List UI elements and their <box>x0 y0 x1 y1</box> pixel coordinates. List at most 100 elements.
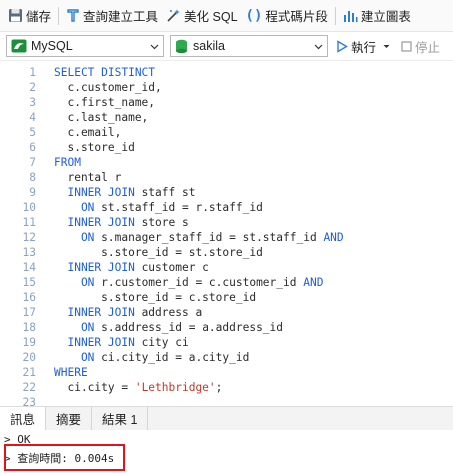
sql-keyword: ON <box>54 231 95 244</box>
code-line: 13 s.store_id = st.store_id <box>0 245 453 260</box>
code-line: 21 WHERE <box>0 365 453 380</box>
stop-label: 停止 <box>415 40 441 55</box>
sql-text: customer c <box>134 261 209 274</box>
sql-text: staff st <box>134 186 196 199</box>
database-select[interactable]: sakila <box>170 35 328 57</box>
code-text: INNER JOIN staff st <box>54 185 195 200</box>
code-snippet-button[interactable]: () 程式碼片段 <box>242 4 332 28</box>
line-number: 12 <box>22 231 36 244</box>
chevron-down-icon[interactable] <box>382 42 391 51</box>
query-builder-button[interactable]: 查詢建立工具 <box>62 4 162 28</box>
stop-button[interactable]: 停止 <box>401 37 440 56</box>
play-icon <box>337 39 348 53</box>
code-text: s.store_id = c.store_id <box>54 290 256 305</box>
sql-keyword: FROM <box>54 156 81 169</box>
sql-text: r.customer_id = c.customer_id <box>94 276 304 289</box>
code-text: INNER JOIN store s <box>54 215 188 230</box>
code-line: 6 s.store_id <box>0 140 453 155</box>
sql-keyword: SELECT DISTINCT <box>54 66 156 79</box>
chevron-down-icon <box>150 44 159 50</box>
line-number: 4 <box>29 111 36 124</box>
tab-result-1[interactable]: 結果 1 <box>92 407 149 430</box>
run-label: 執行 <box>351 40 377 55</box>
code-text: c.customer_id, <box>54 80 161 95</box>
code-text: SELECT DISTINCT <box>54 65 155 80</box>
connection-select[interactable]: MySQL <box>6 35 164 57</box>
beautify-sql-button[interactable]: 美化 SQL <box>162 4 242 28</box>
code-line: 20 ON ci.city_id = a.city_id <box>0 350 453 365</box>
line-number: 22 <box>22 381 36 394</box>
line-number: 11 <box>22 216 36 229</box>
line-number: 7 <box>29 156 36 169</box>
sql-keyword: ON <box>54 321 95 334</box>
sql-text: address a <box>134 306 203 319</box>
line-number: 17 <box>22 306 36 319</box>
code-text: c.last_name, <box>54 110 148 125</box>
code-text: c.first_name, <box>54 95 155 110</box>
tab-messages[interactable]: 訊息 <box>0 407 47 430</box>
toolbar-divider <box>58 6 60 25</box>
code-text: FROM <box>54 155 81 170</box>
query-builder-icon <box>67 9 79 22</box>
magic-wand-icon <box>167 9 181 22</box>
toolbar-divider <box>334 6 336 25</box>
sql-keyword: ON <box>54 351 95 364</box>
sql-keyword: AND <box>303 276 324 289</box>
line-number: 15 <box>22 276 36 289</box>
sql-string: 'Lethbridge' <box>134 381 216 394</box>
connection-name: MySQL <box>31 39 73 53</box>
line-number: 21 <box>22 366 36 379</box>
toolbar: 儲存 查詢建立工具 美化 SQL () 程式碼片段 建立圖表 <box>0 0 453 32</box>
message-output: > OK > 查詢時間: 0.004s <box>0 431 453 475</box>
line-number: 10 <box>22 201 36 214</box>
sql-keyword: ON <box>54 201 95 214</box>
database-icon <box>176 39 187 53</box>
create-chart-label: 建立圖表 <box>360 10 411 24</box>
sql-text: c.first_name, <box>54 96 156 109</box>
sql-keyword: AND <box>323 231 344 244</box>
braces-icon: () <box>245 7 263 24</box>
sql-keyword: INNER JOIN <box>54 336 135 349</box>
sql-text: st.staff_id = r.staff_id <box>94 201 263 214</box>
code-text: ON r.customer_id = c.customer_id AND <box>54 275 324 290</box>
save-label: 儲存 <box>26 10 52 24</box>
save-button[interactable]: 儲存 <box>4 4 55 28</box>
sql-keyword: INNER JOIN <box>54 186 135 199</box>
code-line: 16 s.store_id = c.store_id <box>0 290 453 305</box>
chevron-down-icon <box>314 44 323 50</box>
highlight-box <box>4 444 125 471</box>
sql-keyword: ON <box>54 276 95 289</box>
code-line: 11 INNER JOIN store s <box>0 215 453 230</box>
sql-text: city ci <box>134 336 189 349</box>
sql-keyword: INNER JOIN <box>54 261 135 274</box>
sql-text: c.last_name, <box>54 111 149 124</box>
code-line: 22 ci.city = 'Lethbridge'; <box>0 380 453 395</box>
sql-text: ci.city_id = a.city_id <box>94 351 250 364</box>
code-text: rental r <box>54 170 121 185</box>
code-line: 10 ON st.staff_id = r.staff_id <box>0 200 453 215</box>
run-button[interactable]: 執行 <box>336 37 391 56</box>
line-number: 3 <box>29 96 36 109</box>
line-number: 8 <box>29 171 36 184</box>
code-text: INNER JOIN address a <box>54 305 202 320</box>
code-line: 2 c.customer_id, <box>0 80 453 95</box>
sql-text: s.manager_staff_id = st.staff_id <box>94 231 324 244</box>
line-number: 13 <box>22 246 36 259</box>
sql-keyword: INNER JOIN <box>54 216 135 229</box>
line-number: 19 <box>22 336 36 349</box>
database-name: sakila <box>193 39 225 53</box>
code-text: s.store_id <box>54 140 134 155</box>
code-line: 15 ON r.customer_id = c.customer_id AND <box>0 275 453 290</box>
line-number: 18 <box>22 321 36 334</box>
line-number: 2 <box>29 81 36 94</box>
tab-summary[interactable]: 摘要 <box>46 407 93 430</box>
code-line: 19 INNER JOIN city ci <box>0 335 453 350</box>
sql-editor[interactable]: 1 SELECT DISTINCT 2 c.customer_id, 3 c.firs… <box>0 60 453 409</box>
code-line: 12 ON s.manager_staff_id = st.staff_id A… <box>0 230 453 245</box>
save-icon <box>9 9 22 22</box>
sql-text: ci.city = <box>54 381 135 394</box>
code-text: WHERE <box>54 365 88 380</box>
code-snippet-label: 程式碼片段 <box>265 10 328 24</box>
create-chart-button[interactable]: 建立圖表 <box>339 4 415 28</box>
result-tabs: 訊息 摘要 結果 1 <box>0 406 453 430</box>
